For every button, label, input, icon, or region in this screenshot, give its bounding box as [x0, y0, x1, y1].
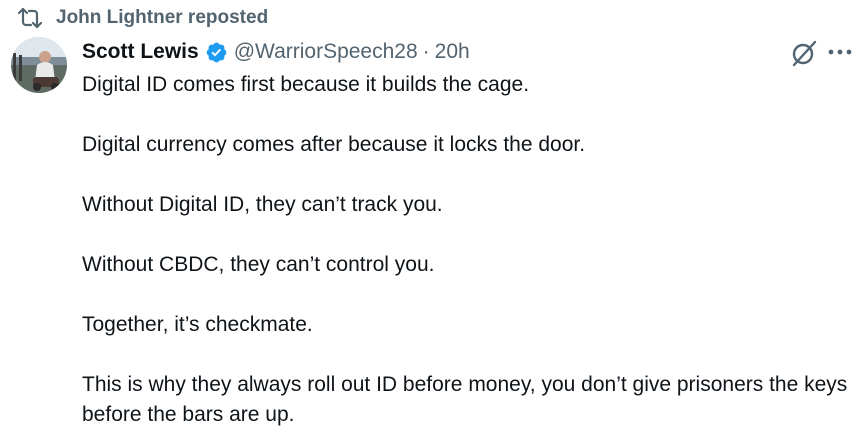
tweet-paragraph: Without Digital ID, they can’t track you… — [82, 193, 443, 216]
grok-button[interactable] — [790, 39, 818, 67]
separator-dot: · — [422, 40, 430, 63]
repost-icon — [18, 7, 42, 29]
tweet-card[interactable]: John Lightner reposted Scott Lewis @Warr… — [0, 0, 860, 441]
post-time[interactable]: 20h — [435, 40, 470, 64]
tweet-paragraph: Together, it’s checkmate. — [82, 313, 313, 336]
avatar[interactable] — [11, 37, 67, 93]
tweet-header: Scott Lewis @WarriorSpeech28 · 20h — [82, 38, 470, 66]
tweet-paragraph: Digital currency comes after because it … — [82, 133, 586, 156]
author-display-name[interactable]: Scott Lewis — [82, 40, 199, 64]
author-handle[interactable]: @WarriorSpeech28 — [234, 40, 418, 64]
repost-context[interactable]: John Lightner reposted — [18, 6, 268, 30]
more-options-button[interactable] — [826, 40, 854, 64]
repost-label: John Lightner reposted — [56, 7, 269, 28]
tweet-paragraph: This is why they always roll out ID befo… — [82, 373, 848, 426]
tweet-paragraph: Without CBDC, they can’t control you. — [82, 253, 435, 276]
tweet-text: Digital ID comes first because it builds… — [82, 70, 852, 430]
more-icon — [828, 43, 852, 61]
grok-icon — [790, 39, 818, 67]
tweet-paragraph: Digital ID comes first because it builds… — [82, 73, 530, 96]
verified-badge-icon — [205, 41, 228, 64]
